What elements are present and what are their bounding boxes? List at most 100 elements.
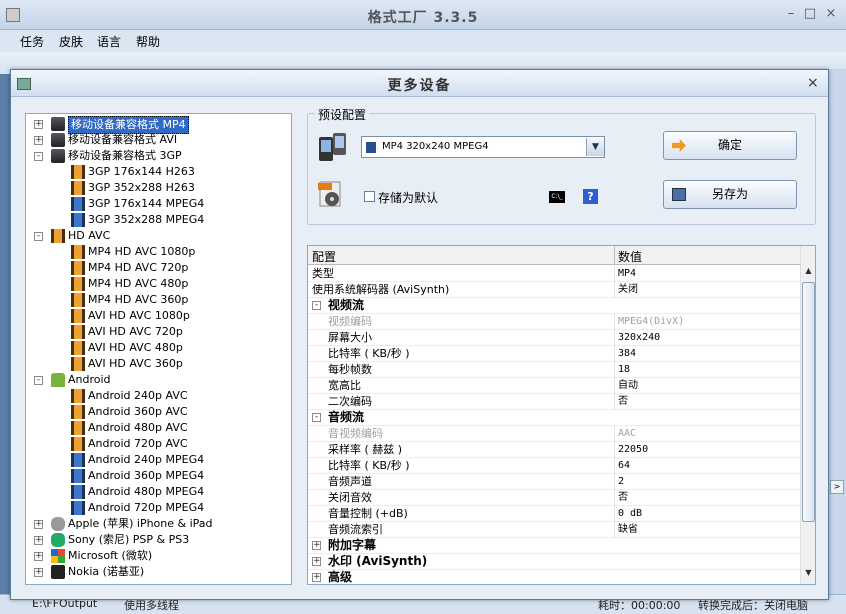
tree-item[interactable]: Android 720p AVC: [26, 436, 291, 452]
tree-item[interactable]: 3GP 176x144 H263: [26, 164, 291, 180]
tree-group[interactable]: + 移动设备兼容格式 AVI: [26, 132, 291, 148]
maximize-icon[interactable]: □: [801, 6, 819, 22]
tree-item[interactable]: AVI HD AVC 720p: [26, 324, 291, 340]
grid-row-value[interactable]: 22050: [618, 442, 648, 457]
grid-category-row[interactable]: + 高级: [308, 570, 800, 584]
expand-icon[interactable]: +: [312, 573, 321, 582]
grid-row[interactable]: 音频流索引 缺省: [308, 522, 800, 538]
grid-row-value[interactable]: 384: [618, 346, 636, 361]
grid-scrollbar[interactable]: ▲ ▼: [800, 246, 815, 584]
collapse-icon[interactable]: -: [34, 376, 43, 385]
minimize-icon[interactable]: –: [782, 6, 800, 22]
grid-row-value[interactable]: 64: [618, 458, 630, 473]
expand-icon[interactable]: +: [312, 541, 321, 550]
tree-group[interactable]: - HD AVC: [26, 228, 291, 244]
menu-tasks[interactable]: 任务: [20, 33, 44, 50]
scroll-down-icon[interactable]: ▼: [801, 568, 815, 582]
grid-row-value[interactable]: 18: [618, 362, 630, 377]
tree-item[interactable]: Android 240p AVC: [26, 388, 291, 404]
tree-group[interactable]: + Apple (苹果) iPhone & iPad: [26, 516, 291, 532]
tree-item[interactable]: MP4 HD AVC 360p: [26, 292, 291, 308]
grid-category-row[interactable]: - 音频流: [308, 410, 800, 426]
property-grid[interactable]: 配置 数值 类型 MP4 使用系统解码器 (AviSynth) 关闭 - 视频流 视频编码 M…: [307, 245, 816, 585]
tree-item[interactable]: MP4 HD AVC 480p: [26, 276, 291, 292]
tree-item[interactable]: AVI HD AVC 1080p: [26, 308, 291, 324]
expand-icon[interactable]: +: [34, 536, 43, 545]
tree-item[interactable]: Android 360p MPEG4: [26, 468, 291, 484]
grid-row[interactable]: 每秒帧数 18: [308, 362, 800, 378]
command-line-icon[interactable]: C:\_: [549, 191, 565, 203]
help-icon[interactable]: ?: [583, 189, 598, 204]
grid-row-value[interactable]: 自动: [618, 378, 638, 393]
tree-item[interactable]: MP4 HD AVC 720p: [26, 260, 291, 276]
dialog-close-icon[interactable]: ×: [807, 75, 819, 91]
grid-row[interactable]: 宽高比 自动: [308, 378, 800, 394]
expand-icon[interactable]: +: [34, 552, 43, 561]
grid-row[interactable]: 音频声道 2: [308, 474, 800, 490]
grid-row[interactable]: 音视频编码 AAC: [308, 426, 800, 442]
film-icon: [71, 341, 85, 355]
grid-row[interactable]: 关闭音效 否: [308, 490, 800, 506]
tree-item[interactable]: Android 480p MPEG4: [26, 484, 291, 500]
tree-item[interactable]: 3GP 352x288 MPEG4: [26, 212, 291, 228]
grid-row[interactable]: 比特率 ( KB/秒 ) 384: [308, 346, 800, 362]
grid-row[interactable]: 屏幕大小 320x240: [308, 330, 800, 346]
grid-category-row[interactable]: + 水印 (AviSynth): [308, 554, 800, 570]
tree-group[interactable]: + Microsoft (微软): [26, 548, 291, 564]
menu-skin[interactable]: 皮肤: [59, 33, 83, 50]
close-icon[interactable]: ×: [822, 6, 840, 22]
grid-row[interactable]: 类型 MP4: [308, 266, 800, 282]
save-as-button[interactable]: 另存为: [663, 180, 797, 209]
grid-category-row[interactable]: - 视频流: [308, 298, 800, 314]
expand-icon[interactable]: +: [34, 120, 43, 129]
grid-row-value[interactable]: MP4: [618, 266, 636, 281]
grid-row-value[interactable]: 否: [618, 394, 628, 409]
menu-help[interactable]: 帮助: [136, 33, 160, 50]
tree-item[interactable]: 3GP 352x288 H263: [26, 180, 291, 196]
save-default-label[interactable]: 存储为默认: [378, 189, 438, 206]
tree-item[interactable]: Android 720p MPEG4: [26, 500, 291, 516]
grid-row-value[interactable]: 否: [618, 490, 628, 505]
tree-item[interactable]: AVI HD AVC 480p: [26, 340, 291, 356]
expand-icon[interactable]: +: [34, 520, 43, 529]
grid-row[interactable]: 比特率 ( KB/秒 ) 64: [308, 458, 800, 474]
chevron-right-icon[interactable]: >: [830, 480, 844, 494]
chevron-down-icon[interactable]: ▼: [586, 138, 604, 156]
grid-row[interactable]: 采样率 ( 赫兹 ) 22050: [308, 442, 800, 458]
save-default-checkbox[interactable]: [364, 191, 375, 202]
ok-button[interactable]: 确定: [663, 131, 797, 160]
expand-icon[interactable]: +: [34, 568, 43, 577]
tree-item[interactable]: 3GP 176x144 MPEG4: [26, 196, 291, 212]
expand-icon[interactable]: +: [312, 557, 321, 566]
device-tree[interactable]: + 移动设备兼容格式 MP4 + 移动设备兼容格式 AVI - 移动设备兼容格式 3GP 3…: [25, 113, 292, 585]
tree-group[interactable]: + Sony (索尼) PSP & PS3: [26, 532, 291, 548]
tree-group[interactable]: - 移动设备兼容格式 3GP: [26, 148, 291, 164]
grid-row[interactable]: 视频编码 MPEG4(DivX): [308, 314, 800, 330]
grid-row[interactable]: 使用系统解码器 (AviSynth) 关闭: [308, 282, 800, 298]
collapse-icon[interactable]: -: [312, 301, 321, 310]
tree-item[interactable]: Android 360p AVC: [26, 404, 291, 420]
tree-group[interactable]: + Nokia (诺基亚): [26, 564, 291, 580]
tree-item[interactable]: MP4 HD AVC 1080p: [26, 244, 291, 260]
collapse-icon[interactable]: -: [312, 413, 321, 422]
grid-category-row[interactable]: + 附加字幕: [308, 538, 800, 554]
tree-group[interactable]: - Android: [26, 372, 291, 388]
grid-row-value[interactable]: 2: [618, 474, 624, 489]
grid-row-value[interactable]: 0 dB: [618, 506, 642, 521]
menu-language[interactable]: 语言: [97, 33, 121, 50]
grid-row-value[interactable]: 缺省: [618, 522, 638, 537]
collapse-icon[interactable]: -: [34, 232, 43, 241]
tree-item[interactable]: Android 480p AVC: [26, 420, 291, 436]
expand-icon[interactable]: +: [34, 136, 43, 145]
preset-select[interactable]: MP4 320x240 MPEG4 ▼: [361, 136, 605, 158]
grid-row[interactable]: 音量控制 (+dB) 0 dB: [308, 506, 800, 522]
grid-row-value[interactable]: 320x240: [618, 330, 660, 345]
grid-row-value[interactable]: 关闭: [618, 282, 638, 297]
scroll-up-icon[interactable]: ▲: [801, 266, 815, 280]
collapse-icon[interactable]: -: [34, 152, 43, 161]
tree-item[interactable]: AVI HD AVC 360p: [26, 356, 291, 372]
scroll-thumb[interactable]: [802, 282, 815, 522]
grid-row[interactable]: 二次编码 否: [308, 394, 800, 410]
tree-group[interactable]: + 移动设备兼容格式 MP4: [26, 116, 291, 134]
tree-item[interactable]: Android 240p MPEG4: [26, 452, 291, 468]
